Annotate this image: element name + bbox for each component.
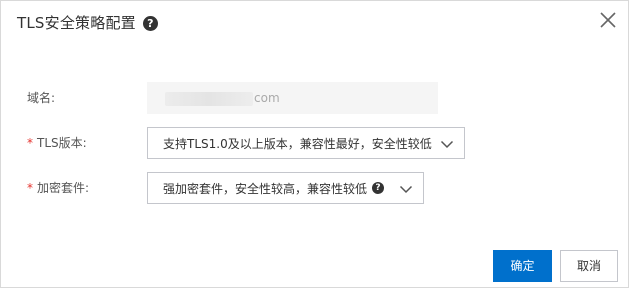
required-mark: *: [27, 136, 33, 150]
tls-version-row: * TLS版本: 支持TLS1.0及以上版本，兼容性最好，安全性较低: [1, 127, 628, 159]
tls-version-selected: 支持TLS1.0及以上版本，兼容性最好，安全性较低: [163, 136, 432, 151]
close-button[interactable]: [598, 10, 618, 30]
tls-policy-dialog: TLS安全策略配置 ? 域名: com * TLS版本: 支持TLS1.0及以上版…: [0, 0, 629, 288]
domain-suffix: com: [254, 91, 280, 105]
chevron-down-icon: [440, 140, 454, 149]
chevron-down-icon: [399, 185, 413, 194]
domain-value-field: com: [147, 82, 438, 114]
tls-version-label-wrap: * TLS版本:: [27, 127, 87, 159]
cipher-suite-selected: 强加密套件，安全性较高，兼容性较低: [163, 181, 368, 196]
cancel-button[interactable]: 取消: [560, 250, 618, 282]
help-icon[interactable]: ?: [142, 15, 158, 31]
cipher-suite-row: * 加密套件: 强加密套件，安全性较高，兼容性较低 ?: [1, 172, 628, 204]
dialog-header: TLS安全策略配置 ?: [17, 12, 158, 34]
cipher-suite-label: 加密套件:: [37, 181, 90, 195]
tls-version-label: TLS版本:: [37, 136, 87, 150]
required-mark: *: [27, 181, 33, 195]
cipher-suite-selected-wrap: 强加密套件，安全性较高，兼容性较低 ?: [148, 180, 385, 197]
help-icon[interactable]: ?: [372, 182, 385, 194]
confirm-button[interactable]: 确定: [493, 250, 552, 282]
domain-row: 域名: com: [1, 82, 628, 114]
tls-version-select[interactable]: 支持TLS1.0及以上版本，兼容性最好，安全性较低: [147, 127, 465, 159]
dialog-title: TLS安全策略配置: [17, 14, 136, 32]
cipher-suite-select[interactable]: 强加密套件，安全性较高，兼容性较低 ?: [147, 172, 424, 204]
domain-label: 域名:: [27, 91, 56, 105]
domain-redacted-mask: [165, 91, 253, 106]
cipher-suite-label-wrap: * 加密套件:: [27, 172, 89, 204]
close-icon: [600, 12, 616, 28]
